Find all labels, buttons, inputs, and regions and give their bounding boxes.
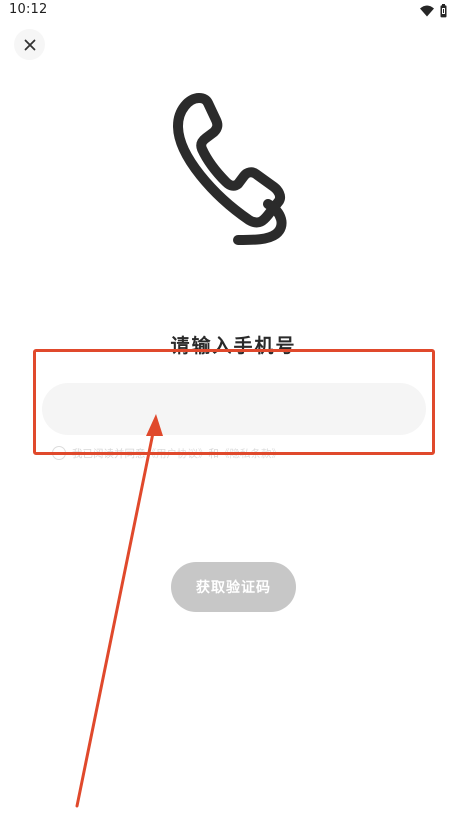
- status-icons: [420, 4, 447, 18]
- status-bar: 10:12: [0, 0, 467, 22]
- privacy-policy-link[interactable]: 《隐私条款》: [219, 446, 282, 461]
- phone-icon: [173, 93, 287, 245]
- get-code-button[interactable]: 获取验证码: [171, 562, 296, 612]
- agreement-conjunction: 和: [208, 447, 220, 460]
- close-icon: [24, 39, 35, 50]
- phone-number-input[interactable]: [42, 383, 426, 435]
- page-title: 请输入手机号: [170, 335, 297, 357]
- battery-icon: [440, 4, 447, 18]
- agreement-prefix: 我已阅读并同意: [72, 447, 146, 460]
- user-agreement-link[interactable]: 《用户协议》: [146, 446, 209, 461]
- status-time: 10:12: [9, 2, 48, 17]
- agreement-row: 我已阅读并同意 《用户协议》 和 《隐私条款》: [52, 444, 282, 462]
- close-button[interactable]: [14, 29, 45, 60]
- agreement-checkbox[interactable]: [52, 446, 66, 460]
- wifi-icon: [420, 5, 434, 17]
